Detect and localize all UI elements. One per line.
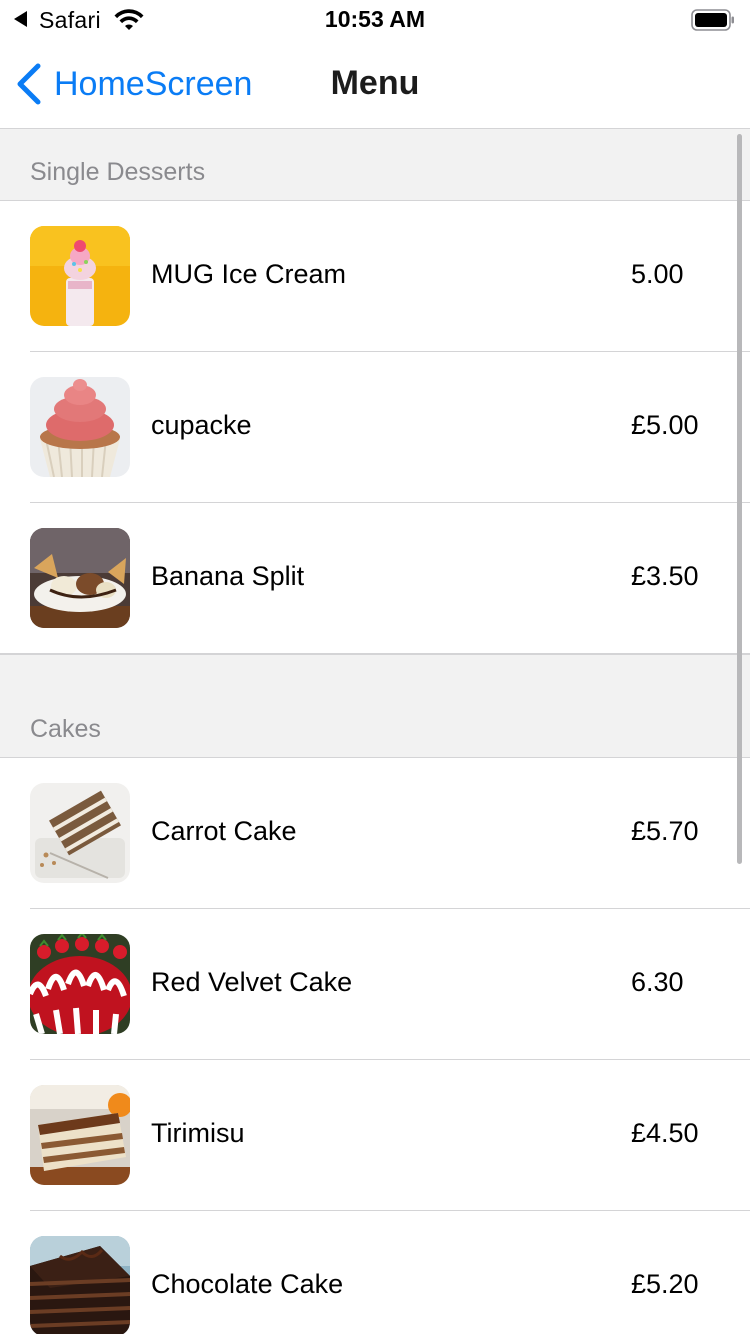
page-title: Menu — [330, 64, 420, 102]
list-item[interactable]: Tirimisu £4.50 — [0, 1060, 750, 1211]
navigation-bar: HomeScreen Menu — [0, 40, 750, 129]
status-bar: Safari 10:53 AM — [0, 0, 750, 40]
scroll-indicator[interactable] — [737, 134, 742, 864]
status-time: 10:53 AM — [324, 6, 426, 32]
item-name: Red Velvet Cake — [151, 967, 353, 997]
list-item[interactable]: cupacke £5.00 — [0, 352, 750, 503]
battery-icon — [691, 9, 734, 31]
item-price: £4.50 — [631, 1118, 699, 1148]
item-price: £5.00 — [631, 410, 699, 440]
list-item[interactable]: Banana Split £3.50 — [0, 503, 750, 654]
item-name: Chocolate Cake — [151, 1269, 344, 1299]
cupcake-photo-icon — [30, 377, 130, 477]
red-velvet-photo-icon — [30, 934, 130, 1034]
item-price: 5.00 — [631, 259, 684, 289]
section-header-single-desserts: Single Desserts — [0, 129, 750, 201]
item-price: £5.70 — [631, 816, 699, 846]
list-item[interactable]: Carrot Cake £5.70 — [0, 758, 750, 909]
list-item[interactable]: Red Velvet Cake 6.30 — [0, 909, 750, 1060]
item-price: £5.20 — [631, 1269, 699, 1299]
item-price: £3.50 — [631, 561, 699, 591]
ice-cream-photo-icon — [30, 226, 130, 326]
section-header-cakes: Cakes — [0, 654, 750, 758]
list-item[interactable]: MUG Ice Cream 5.00 — [0, 201, 750, 352]
item-price: 6.30 — [631, 967, 684, 997]
item-name: cupacke — [151, 410, 252, 440]
chocolate-cake-photo-icon — [30, 1236, 130, 1334]
tiramisu-photo-icon — [30, 1085, 130, 1185]
banana-split-photo-icon — [30, 528, 130, 628]
carrot-cake-photo-icon — [30, 783, 130, 883]
item-name: Carrot Cake — [151, 816, 297, 846]
menu-list[interactable]: Single Desserts MUG Ice Cream 5.00 cupac… — [0, 129, 750, 1334]
list-item[interactable]: Chocolate Cake £5.20 — [0, 1211, 750, 1334]
item-name: MUG Ice Cream — [151, 259, 347, 289]
item-name: Banana Split — [151, 561, 305, 591]
item-name: Tirimisu — [151, 1118, 245, 1148]
